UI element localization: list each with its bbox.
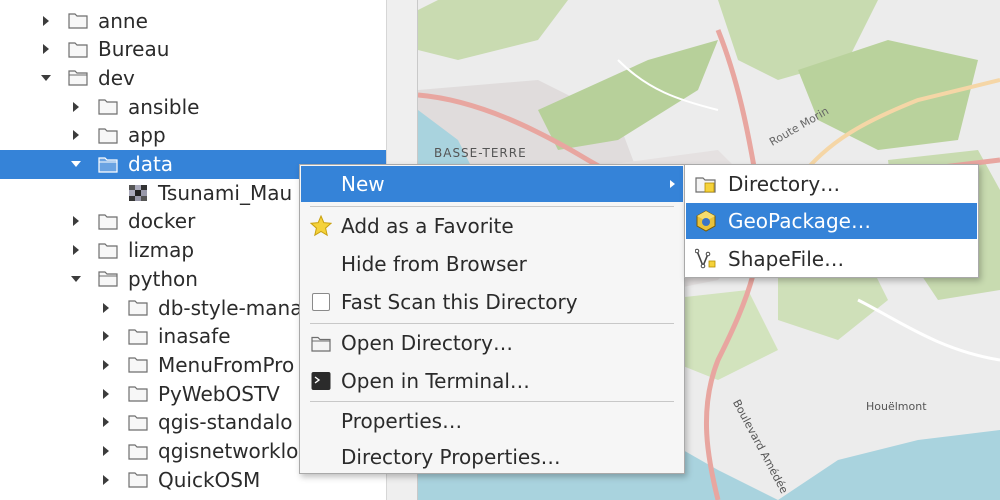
expand-arrow-icon[interactable] [100,330,112,342]
tree-item[interactable]: Bureau [0,35,386,64]
folder-icon [128,414,148,431]
folder-icon [98,156,118,173]
menu-item-fast-scan[interactable]: Fast Scan this Directory [301,284,683,320]
menu-item-hide-browser[interactable]: Hide from Browser [301,246,683,282]
menu-item-label: Open Directory… [341,331,513,355]
folder-icon [68,69,88,86]
star-icon [310,215,332,237]
tree-item-label: app [128,123,166,148]
terminal-icon [310,370,332,392]
folder-icon [310,332,332,354]
menu-item-properties[interactable]: Properties… [301,403,683,439]
tree-item-label: PyWebOSTV [158,381,280,406]
expand-arrow-icon[interactable] [70,215,82,227]
tree-item-label: data [128,152,174,176]
submenu-arrow-icon [670,180,675,188]
folder-icon [128,385,148,402]
menu-item-new[interactable]: New [301,166,683,202]
expand-arrow-icon[interactable] [70,129,82,141]
collapse-arrow-icon[interactable] [70,158,82,170]
folder-icon [98,213,118,230]
expand-arrow-icon[interactable] [100,388,112,400]
menu-item-label: Add as a Favorite [341,214,514,238]
expand-arrow-icon[interactable] [70,244,82,256]
menu-item-new-shapefile[interactable]: ShapeFile… [686,241,977,277]
menu-item-label: Hide from Browser [341,252,527,276]
expand-arrow-icon[interactable] [100,302,112,314]
folder-icon [98,127,118,144]
tree-item[interactable]: anne [0,6,386,35]
expand-arrow-icon[interactable] [100,445,112,457]
tree-item[interactable]: ansible [0,92,386,121]
tree-item-label: inasafe [158,324,231,349]
tree-item-label: python [128,266,198,291]
collapse-arrow-icon[interactable] [70,273,82,285]
tree-item-label: QuickOSM [158,467,261,492]
expand-arrow-icon[interactable] [40,43,52,55]
context-menu: New Add as a Favorite Hide from Browser … [299,164,685,474]
menu-item-label: Fast Scan this Directory [341,290,578,314]
collapse-arrow-icon[interactable] [40,72,52,84]
menu-item-label: Properties… [341,409,463,433]
menu-item-label: GeoPackage… [728,209,871,233]
menu-separator [310,206,674,207]
menu-item-open-terminal[interactable]: Open in Terminal… [301,363,683,399]
menu-separator [310,323,674,324]
tree-item-label: MenuFromPro [158,352,295,377]
tree-item-label: dev [98,65,135,90]
menu-item-label: Directory Properties… [341,445,561,469]
tree-item-label: anne [98,8,148,33]
tree-item-label: ansible [128,94,200,119]
tree-item-label: Bureau [98,37,170,62]
geopackage-icon [695,210,717,232]
menu-item-new-geopackage[interactable]: GeoPackage… [686,203,977,239]
menu-separator [310,401,674,402]
menu-item-new-directory[interactable]: Directory… [686,166,977,202]
menu-item-add-favorite[interactable]: Add as a Favorite [301,208,683,244]
folder-icon [68,12,88,29]
folder-icon [128,443,148,460]
expand-arrow-icon[interactable] [100,416,112,428]
new-submenu: Directory… GeoPackage… ShapeFile… [684,164,979,278]
tree-item-label: db-style-mana [158,295,303,320]
map-place-label: BASSE-TERRE [434,146,527,160]
fast-scan-checkbox[interactable] [310,291,332,313]
tree-item[interactable]: dev [0,63,386,92]
menu-item-label: Directory… [728,172,841,196]
folder-icon [68,41,88,58]
menu-item-label: ShapeFile… [728,247,845,271]
folder-icon [128,328,148,345]
folder-icon [128,471,148,488]
expand-arrow-icon[interactable] [40,15,52,27]
map-poi-label: Houëlmont [866,400,927,413]
tree-item-label: qgis-standalo [158,410,293,435]
folder-icon [128,299,148,316]
menu-item-directory-properties[interactable]: Directory Properties… [301,439,683,475]
shapefile-icon [695,248,717,270]
expand-arrow-icon[interactable] [100,359,112,371]
folder-icon [128,356,148,373]
tree-item-label: docker [128,209,196,234]
folder-icon [98,270,118,287]
raster-layer-icon [128,184,148,202]
tree-item-label: qgisnetworklo [158,439,299,463]
expand-arrow-icon[interactable] [70,101,82,113]
menu-item-label: Open in Terminal… [341,369,530,393]
folder-icon [98,98,118,115]
tree-item[interactable]: app [0,121,386,150]
tree-item-label: Tsunami_Mau [158,180,293,205]
new-folder-icon [695,173,717,195]
menu-item-label: New [341,172,385,196]
folder-icon [98,242,118,259]
expand-arrow-icon[interactable] [100,474,112,486]
menu-item-open-directory[interactable]: Open Directory… [301,325,683,361]
tree-item-label: lizmap [128,238,195,263]
